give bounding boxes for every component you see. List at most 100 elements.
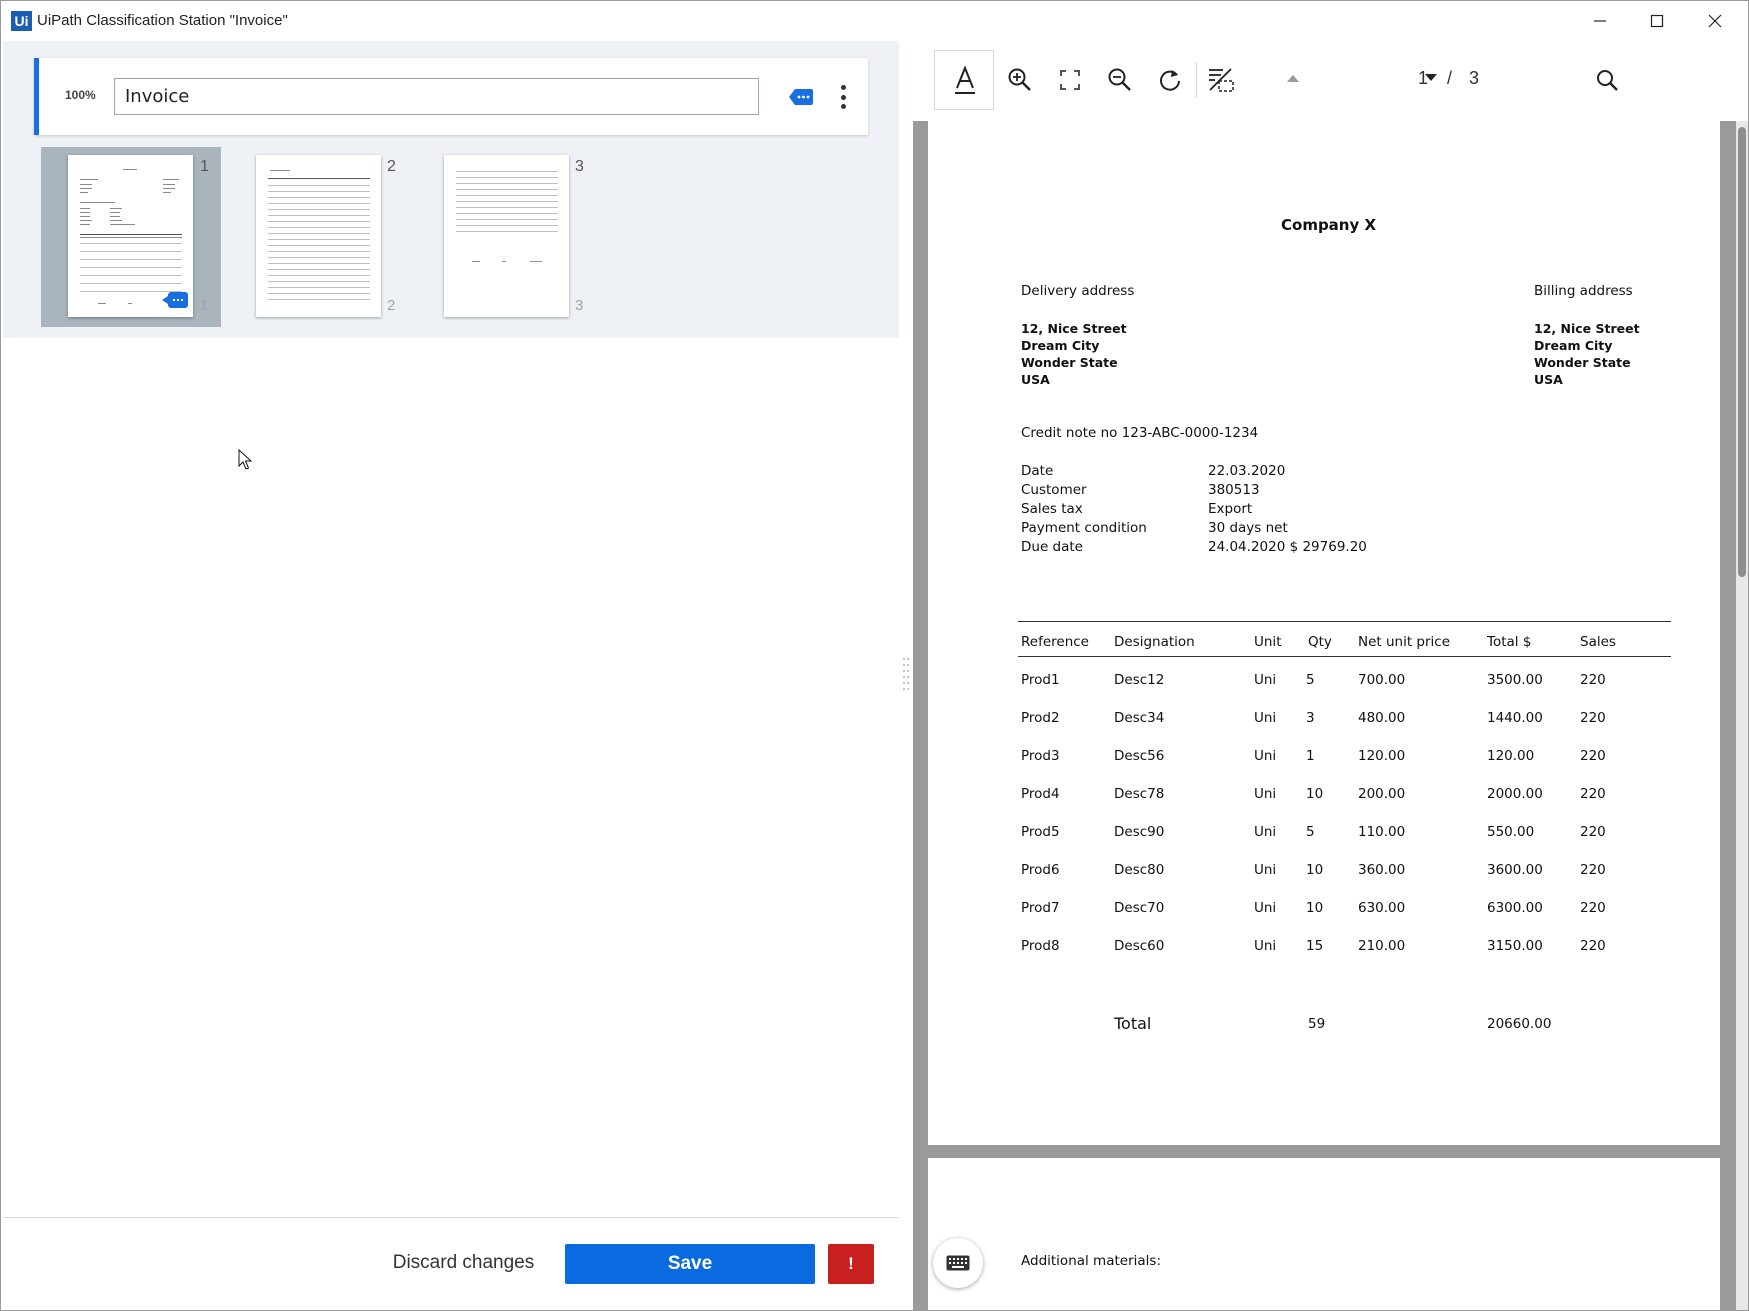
table-cell: 2000.00 xyxy=(1487,786,1543,802)
table-cell: Desc34 xyxy=(1114,710,1165,726)
billing-address-line: 12, Nice Street xyxy=(1534,321,1640,336)
previous-page-button[interactable] xyxy=(1271,55,1315,101)
billing-address-line: Wonder State xyxy=(1534,355,1631,370)
save-button[interactable]: Save xyxy=(565,1244,815,1284)
detail-label: Due date xyxy=(1021,539,1083,555)
table-cell: 210.00 xyxy=(1358,938,1406,954)
search-button[interactable] xyxy=(1585,57,1629,103)
viewer-toolbar xyxy=(913,41,1748,121)
page-tag-icon[interactable] xyxy=(162,292,188,308)
table-cell: 15 xyxy=(1306,938,1324,954)
table-cell: Uni xyxy=(1254,900,1277,916)
keyboard-shortcuts-button[interactable] xyxy=(933,1238,983,1288)
table-cell: 110.00 xyxy=(1358,824,1406,840)
table-cell: 1 xyxy=(1306,748,1315,764)
table-cell: 220 xyxy=(1580,824,1606,840)
minimize-button[interactable] xyxy=(1571,1,1629,41)
total-amount: 20660.00 xyxy=(1487,1016,1552,1032)
document-type-field[interactable]: Invoice xyxy=(114,78,759,115)
close-button[interactable] xyxy=(1686,1,1744,41)
table-cell: Desc56 xyxy=(1114,748,1165,764)
page-thumbnail-3[interactable] xyxy=(444,155,569,317)
column-header-reference: Reference xyxy=(1021,634,1089,650)
column-header-designation: Designation xyxy=(1114,634,1195,650)
table-cell: Desc80 xyxy=(1114,862,1165,878)
title-bar: Ui UiPath Classification Station "Invoic… xyxy=(1,1,1748,41)
column-header-qty: Qty xyxy=(1308,634,1332,650)
current-page-number[interactable]: 1 xyxy=(1418,68,1428,89)
document-page-1 xyxy=(928,121,1720,1145)
panel-splitter-handle[interactable] xyxy=(902,656,910,696)
viewer-scrollbar-thumb[interactable] xyxy=(1738,127,1746,577)
text-select-icon xyxy=(955,65,975,94)
total-quantity: 59 xyxy=(1308,1016,1326,1032)
table-cell: 3500.00 xyxy=(1487,672,1543,688)
maximize-icon xyxy=(1650,14,1664,28)
table-cell: Prod7 xyxy=(1021,900,1060,916)
table-cell: 480.00 xyxy=(1358,710,1406,726)
page-thumbnail-1[interactable] xyxy=(68,155,193,317)
thumbnail-page-label: 2 xyxy=(387,297,396,314)
rotate-button[interactable] xyxy=(1148,57,1192,103)
table-cell: Uni xyxy=(1254,672,1277,688)
table-cell: 10 xyxy=(1306,900,1324,916)
detail-value: 22.03.2020 xyxy=(1208,463,1286,479)
detail-value: 380513 xyxy=(1208,482,1260,498)
toggle-regions-button[interactable] xyxy=(1199,57,1243,103)
table-cell: Desc90 xyxy=(1114,824,1165,840)
table-cell: 120.00 xyxy=(1358,748,1406,764)
table-cell: 220 xyxy=(1580,710,1606,726)
text-select-button[interactable] xyxy=(934,50,994,110)
document-page-2 xyxy=(928,1158,1720,1310)
detail-label: Payment condition xyxy=(1021,520,1147,536)
mouse-cursor-icon xyxy=(238,449,253,470)
rotate-icon xyxy=(1160,70,1180,91)
table-cell: 220 xyxy=(1580,672,1606,688)
page-separator: / xyxy=(1447,68,1453,88)
company-name: Company X xyxy=(1281,216,1377,234)
close-icon xyxy=(1708,14,1722,28)
discard-changes-button[interactable]: Discard changes xyxy=(381,1243,546,1283)
zoom-in-button[interactable] xyxy=(998,57,1042,103)
table-cell: 3150.00 xyxy=(1487,938,1543,954)
credit-note-number: Credit note no 123-ABC-0000-1234 xyxy=(1021,425,1259,441)
page-thumbnail-2[interactable] xyxy=(256,155,381,317)
billing-address-line: USA xyxy=(1534,372,1563,387)
table-cell: 220 xyxy=(1580,900,1606,916)
zoom-in-icon xyxy=(1008,68,1031,91)
detail-label: Sales tax xyxy=(1021,501,1083,517)
thumbnail-page-label: 1 xyxy=(200,297,209,314)
table-cell: 220 xyxy=(1580,938,1606,954)
table-cell: Desc12 xyxy=(1114,672,1165,688)
table-cell: 630.00 xyxy=(1358,900,1406,916)
tag-button[interactable] xyxy=(789,88,813,111)
fit-page-button[interactable] xyxy=(1048,57,1092,103)
table-cell: 700.00 xyxy=(1358,672,1406,688)
zoom-out-button[interactable] xyxy=(1098,57,1142,103)
maximize-button[interactable] xyxy=(1628,1,1686,41)
billing-address-heading: Billing address xyxy=(1534,283,1633,299)
validation-warning-button[interactable]: ! xyxy=(828,1244,874,1284)
delivery-address-heading: Delivery address xyxy=(1021,283,1135,299)
table-cell: Prod4 xyxy=(1021,786,1060,802)
delivery-address-line: USA xyxy=(1021,372,1050,387)
detail-label: Customer xyxy=(1021,482,1087,498)
table-cell: Prod6 xyxy=(1021,862,1060,878)
billing-address-line: Dream City xyxy=(1534,338,1613,353)
more-options-button[interactable] xyxy=(836,85,850,109)
column-header-unit: Unit xyxy=(1254,634,1282,650)
minimize-icon xyxy=(1594,20,1606,22)
document-type-card[interactable]: 100% Invoice xyxy=(34,58,868,135)
detail-label: Date xyxy=(1021,463,1054,479)
search-icon xyxy=(1597,70,1618,91)
table-cell: 3 xyxy=(1306,710,1315,726)
table-cell: 550.00 xyxy=(1487,824,1535,840)
confidence-label: 100% xyxy=(65,88,96,102)
detail-value: Export xyxy=(1208,501,1253,517)
thumbnail-page-label: 3 xyxy=(575,297,584,314)
table-cell: Prod3 xyxy=(1021,748,1060,764)
detail-value: 24.04.2020 $ 29769.20 xyxy=(1208,539,1367,555)
column-header-net-unit-price: Net unit price xyxy=(1358,634,1451,650)
table-cell: Uni xyxy=(1254,938,1277,954)
table-cell: Uni xyxy=(1254,824,1277,840)
